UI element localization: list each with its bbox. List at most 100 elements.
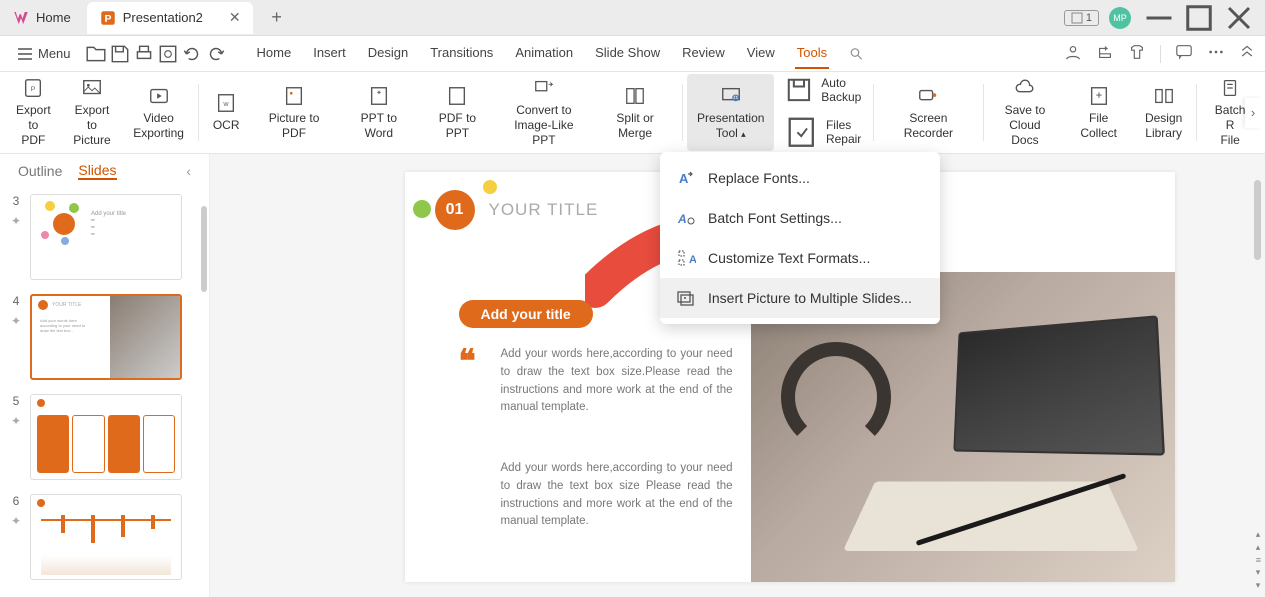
tab-slideshow[interactable]: Slide Show	[593, 39, 662, 69]
collapse-ribbon-icon[interactable]	[1239, 44, 1255, 63]
menubar-right	[1064, 43, 1255, 64]
thumbnail-6[interactable]: 6✦	[8, 494, 201, 580]
text-format-icon: A	[676, 248, 696, 268]
save-cloud-button[interactable]: Save to Cloud Docs	[987, 74, 1062, 151]
save-icon[interactable]	[109, 43, 131, 65]
convert-icon	[533, 77, 555, 99]
panel-scrollbar[interactable]	[201, 206, 207, 292]
print-preview-icon[interactable]	[157, 43, 179, 65]
undo-icon[interactable]	[181, 43, 203, 65]
document-tab[interactable]: P Presentation2 ✕	[87, 2, 253, 34]
outline-tab[interactable]: Outline	[18, 163, 62, 179]
skin-icon[interactable]	[1128, 43, 1146, 64]
replace-fonts-item[interactable]: A Replace Fonts...	[660, 158, 940, 198]
minimize-button[interactable]	[1141, 3, 1177, 33]
video-icon	[148, 85, 170, 107]
split-merge-icon	[624, 85, 646, 107]
pic-to-pdf-icon	[283, 85, 305, 107]
ocr-button[interactable]: W OCR	[203, 74, 250, 151]
tab-insert[interactable]: Insert	[311, 39, 348, 69]
slide-number-badge: 01	[435, 190, 475, 230]
menubar: Menu Home Insert Design Transitions Anim…	[0, 36, 1265, 72]
ribbon-tabs: Home Insert Design Transitions Animation…	[255, 39, 867, 69]
ppt-to-word-button[interactable]: PPT to Word	[339, 74, 419, 151]
ribbon-scroll-right[interactable]: ›	[1245, 98, 1261, 128]
screen-recorder-button[interactable]: Screen Recorder	[878, 74, 978, 151]
animation-star-icon: ✦	[11, 314, 21, 328]
more-icon[interactable]	[1207, 43, 1225, 64]
open-icon[interactable]	[85, 43, 107, 65]
design-library-button[interactable]: Design Library	[1135, 74, 1192, 151]
svg-text:A: A	[689, 254, 696, 266]
subtitle-pill[interactable]: Add your title	[459, 300, 593, 328]
pdf-icon: P	[22, 77, 44, 99]
ribbon: P Export to PDF Export to Picture Video …	[0, 72, 1265, 154]
next-slide-icon[interactable]: ▾	[1256, 567, 1261, 578]
animation-star-icon: ✦	[11, 414, 21, 428]
print-icon[interactable]	[133, 43, 155, 65]
canvas-scrollbar[interactable]	[1254, 180, 1261, 260]
split-merge-button[interactable]: Split or Merge	[592, 74, 678, 151]
batch-font-icon: A	[676, 208, 696, 228]
wps-logo-icon	[12, 9, 30, 27]
slide-menu-icon[interactable]: ≡	[1256, 555, 1261, 565]
svg-text:P: P	[104, 12, 111, 24]
tab-view[interactable]: View	[745, 39, 777, 69]
tab-animation[interactable]: Animation	[513, 39, 575, 69]
export-to-picture-button[interactable]: Export to Picture	[61, 74, 124, 151]
insert-picture-multiple-item[interactable]: Insert Picture to Multiple Slides...	[660, 278, 940, 318]
pdf-to-ppt-button[interactable]: PDF to PPT	[419, 74, 496, 151]
slide-panel: Outline Slides ‹ 3✦ Add your title━━━ 4✦	[0, 154, 210, 597]
slide-title-placeholder[interactable]: YOUR TITLE	[489, 200, 599, 220]
prev-slide-icon[interactable]: ▴	[1256, 529, 1261, 540]
svg-text:A: A	[677, 212, 687, 226]
window-close-button[interactable]	[1221, 3, 1257, 33]
feedback-icon[interactable]	[1175, 43, 1193, 64]
presentation-tool-button[interactable]: Presentation Tool ▴	[687, 74, 774, 151]
home-tab-label: Home	[36, 10, 71, 25]
convert-image-like-button[interactable]: Convert to Image-Like PPT	[496, 74, 592, 151]
search-icon[interactable]	[847, 39, 866, 69]
window-counter[interactable]: 1	[1064, 10, 1099, 26]
menu-button[interactable]: Menu	[10, 42, 79, 65]
slides-tab[interactable]: Slides	[78, 162, 116, 180]
workspace: Outline Slides ‹ 3✦ Add your title━━━ 4✦	[0, 154, 1265, 597]
thumbnail-4[interactable]: 4✦ YOUR TITLE Add your words here accord…	[8, 294, 201, 380]
titlebar: Home P Presentation2 ✕ + 1 MP	[0, 0, 1265, 36]
insert-picture-icon	[676, 288, 696, 308]
file-collect-button[interactable]: File Collect	[1062, 74, 1135, 151]
pdf-to-ppt-icon	[446, 85, 468, 107]
thumbnail-5[interactable]: 5✦	[8, 394, 201, 480]
redo-icon[interactable]	[205, 43, 227, 65]
next-slide-icon-2[interactable]: ▾	[1256, 580, 1261, 591]
thumbnail-3[interactable]: 3✦ Add your title━━━	[8, 194, 201, 280]
prev-slide-icon-2[interactable]: ▴	[1256, 542, 1261, 553]
maximize-button[interactable]	[1181, 3, 1217, 33]
batch-font-settings-item[interactable]: A Batch Font Settings...	[660, 198, 940, 238]
batch-icon	[1219, 77, 1241, 99]
account-icon[interactable]	[1064, 43, 1082, 64]
tab-review[interactable]: Review	[680, 39, 727, 69]
tab-transitions[interactable]: Transitions	[428, 39, 495, 69]
picture-to-pdf-button[interactable]: Picture to PDF	[250, 74, 339, 151]
tab-tools[interactable]: Tools	[795, 39, 829, 69]
tab-design[interactable]: Design	[366, 39, 410, 69]
svg-text:A: A	[679, 171, 689, 186]
customize-text-formats-item[interactable]: A Customize Text Formats...	[660, 238, 940, 278]
auto-backup-button[interactable]: Auto Backup	[782, 73, 861, 107]
collect-icon	[1088, 85, 1110, 107]
quote-icon: ❝	[459, 342, 476, 380]
home-tab[interactable]: Home	[0, 2, 83, 34]
share-icon[interactable]	[1096, 43, 1114, 64]
collapse-panel-icon[interactable]: ‹	[186, 163, 191, 179]
files-repair-button[interactable]: Files Repair	[782, 113, 861, 152]
video-exporting-button[interactable]: Video Exporting	[123, 74, 194, 151]
body-text-1[interactable]: Add your words here,according to your ne…	[501, 346, 733, 417]
export-to-pdf-button[interactable]: P Export to PDF	[6, 74, 61, 151]
user-avatar[interactable]: MP	[1109, 7, 1131, 29]
animation-star-icon: ✦	[11, 514, 21, 528]
new-tab-button[interactable]: +	[263, 4, 291, 32]
close-tab-icon[interactable]: ✕	[229, 9, 241, 26]
body-text-2[interactable]: Add your words here,according to your ne…	[501, 460, 733, 531]
tab-home[interactable]: Home	[255, 39, 294, 69]
